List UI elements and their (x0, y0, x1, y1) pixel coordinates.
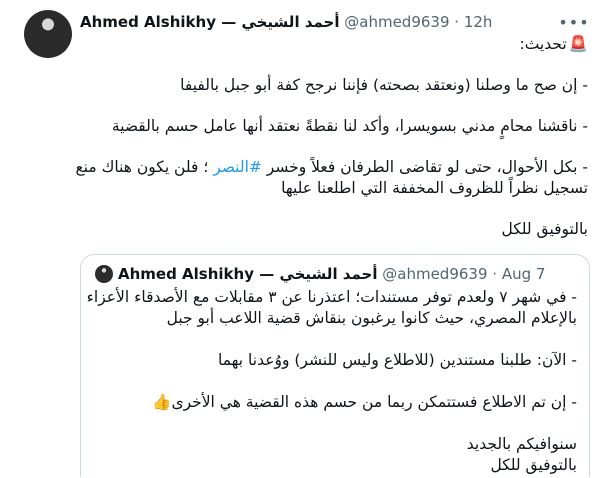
paragraph-3-end: ؛ فلن يكون هناك منع (75, 158, 214, 176)
tweet-paragraph-2: - ناقشنا محامٍ مدني بسويسرا، وأكد لنا نق… (111, 117, 588, 135)
siren-emoji-icon: 🚨 (568, 35, 588, 53)
quoted-line-6: بالتوفيق للكل (490, 456, 577, 474)
quoted-line-3: - الآن: طلبنا مستندين (للاطلاع وليس للنش… (217, 351, 577, 369)
tweet-body: 🚨تحديث: - إن صح ما وصلنا (ونعتقد بصحته) … (75, 34, 588, 240)
thumbs-up-emoji-icon: 👍 (152, 393, 172, 411)
update-label: تحديث: (519, 35, 567, 53)
quoted-line-4: - إن تم الاطلاع فستتمكن ربما من حسم هذه … (93, 392, 577, 413)
quoted-line-4-text: - إن تم الاطلاع فستتمكن ربما من حسم هذه … (171, 393, 577, 411)
tweet-header: Ahmed Alshikhy — أحمد الشيخي @ahmed9639 … (80, 12, 560, 32)
tweet-paragraph-3: - بكل الأحوال، حتى لو تقاضى الطرفان فعلا… (75, 157, 588, 178)
tweet-time[interactable]: 12h (464, 13, 493, 31)
meta-separator: · (454, 13, 460, 31)
quoted-tweet-body: - في شهر ٧ ولعدم توفر مستندات؛ اعتذرنا ع… (86, 287, 577, 476)
quoted-tweet-header: Ahmed Alshikhy — أحمد الشيخي @ahmed9639 … (118, 264, 545, 284)
quoted-author-name: Ahmed Alshikhy — أحمد الشيخي (118, 265, 378, 283)
quoted-author-avatar (95, 265, 113, 283)
more-options-icon[interactable]: ••• (558, 10, 588, 34)
paragraph-3-start: - بكل الأحوال، حتى لو تقاضى الطرفان فعلا… (261, 158, 588, 176)
quoted-line-5: سنوافيكم بالجديد (466, 435, 577, 453)
author-avatar[interactable] (24, 10, 72, 58)
tweet-closing: بالتوفيق للكل (501, 220, 588, 238)
hashtag-link[interactable]: #النصر (213, 158, 262, 176)
quoted-line-1: - في شهر ٧ ولعدم توفر مستندات؛ اعتذرنا ع… (86, 288, 577, 306)
tweet-paragraph-3-cont: تسجيل نظراً للظروف المخففة التي اطلعنا ع… (281, 179, 588, 197)
tweet-paragraph-1: - إن صح ما وصلنا (ونعتقد بصحته) فإننا نر… (180, 76, 588, 94)
quoted-tweet[interactable]: Ahmed Alshikhy — أحمد الشيخي @ahmed9639 … (80, 254, 590, 477)
quoted-meta-separator: · (492, 265, 498, 283)
quoted-tweet-date: Aug 7 (501, 265, 546, 283)
update-line: 🚨تحديث: (80, 34, 588, 55)
quoted-line-2: بالإعلام المصري، حيث كانوا يرغبون بنقاش … (166, 309, 577, 327)
author-handle[interactable]: @ahmed9639 (344, 13, 449, 31)
quoted-author-handle: @ahmed9639 (382, 265, 488, 283)
author-name[interactable]: Ahmed Alshikhy — أحمد الشيخي (80, 13, 339, 31)
